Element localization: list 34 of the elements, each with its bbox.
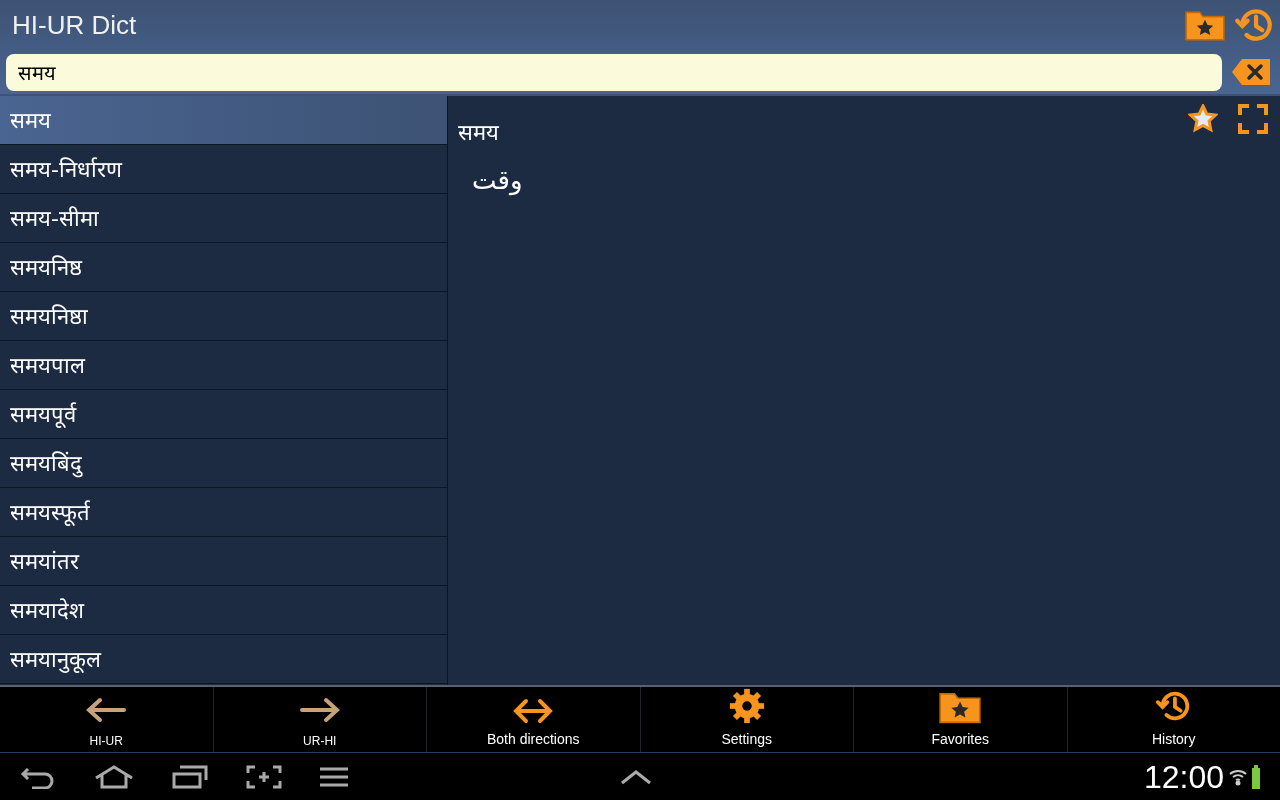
translation-text: وقت [472, 164, 523, 198]
star-icon[interactable] [1188, 104, 1218, 134]
search-field[interactable]: समय [6, 53, 1222, 91]
recent-apps-icon[interactable] [172, 764, 208, 789]
entry-headword: समय [458, 119, 500, 147]
result-item[interactable]: समयनिष्ठा [0, 292, 447, 341]
result-item[interactable]: समयबिंदु [0, 439, 447, 488]
menu-icon[interactable] [320, 766, 348, 787]
result-item[interactable]: समयांतर [0, 537, 447, 586]
caret-up-icon[interactable] [619, 768, 652, 785]
home-icon[interactable] [94, 764, 134, 789]
result-item[interactable]: समयस्फूर्त [0, 488, 447, 537]
fullscreen-icon[interactable] [1238, 104, 1268, 134]
toolbar-button[interactable]: Settings [639, 687, 853, 752]
toolbar-button[interactable]: UR-HI [212, 687, 426, 752]
toolbar-button[interactable]: History [1066, 687, 1280, 752]
result-item[interactable]: समय-सीमा [0, 194, 447, 243]
result-item[interactable]: समयपाल [0, 341, 447, 390]
result-item[interactable]: समयपूर्व [0, 390, 447, 439]
battery-icon [1252, 764, 1260, 789]
result-item[interactable]: समयनिष्ठ [0, 243, 447, 292]
clear-icon[interactable] [1230, 57, 1272, 87]
result-item[interactable]: समय [0, 96, 447, 145]
toolbar-button[interactable]: Both directions [426, 687, 640, 752]
app-title: HI-UR Dict [12, 8, 138, 42]
result-item[interactable]: समय-निर्धारण [0, 145, 447, 194]
clock: 12:00 [1143, 757, 1224, 797]
toolbar-button[interactable]: HI-UR [0, 687, 213, 752]
left-arrow-icon [84, 696, 129, 724]
right-arrow-icon [297, 696, 342, 724]
screenshot-icon[interactable] [246, 764, 282, 789]
result-item[interactable]: समयानुकूल [0, 635, 447, 684]
result-item[interactable]: समयादेश [0, 586, 447, 635]
toolbar-button[interactable]: Favorites [853, 687, 1067, 752]
